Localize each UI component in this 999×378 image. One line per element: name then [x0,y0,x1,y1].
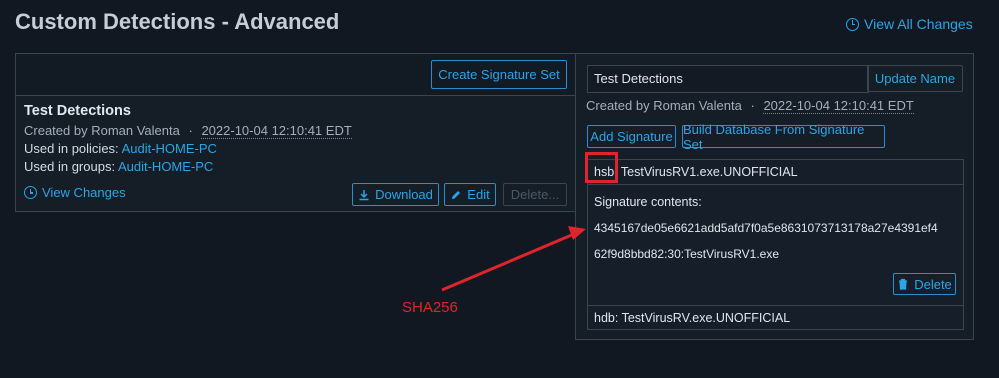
add-signature-button[interactable]: Add Signature [587,125,676,148]
view-changes-label: View Changes [42,185,126,200]
created-by-text: Created by Roman Valenta [586,98,742,113]
used-in-groups: Used in groups: Audit-HOME-PC [24,159,213,174]
signature-item-header: hsb: TestVirusRV1.exe.UNOFFICIAL [588,160,963,185]
delete-signature-button[interactable]: Delete [893,273,956,295]
download-button[interactable]: Download [352,183,439,206]
build-database-label: Build Database From Signature Set [683,121,865,152]
detection-created-info: Created by Roman Valenta · 2022-10-04 12… [24,123,352,139]
signature-contents-line-1: 4345167de05e6621add5afd7f0a5e86310737131… [594,221,938,235]
build-database-button[interactable]: Build Database From Signature Set [682,122,885,152]
policies-label: Used in policies: [24,141,119,156]
signature-set-name-input[interactable]: Test Detections [587,65,869,93]
annotation-label: SHA256 [402,299,458,316]
signature-contents-line-2: 62f9d8bbd82:30:TestVirusRV1.exe [594,247,780,261]
delete-signature-label: Delete [914,276,952,292]
detection-name: Test Detections [24,103,131,119]
clock-icon [24,186,37,199]
signature-contents-label: Signature contents: [594,195,702,209]
signature-name: TestVirusRV1.exe.UNOFFICIAL [620,165,798,179]
clock-icon [846,17,859,31]
signature-set-panel: Test Detections hsb: TestVirusRV1.exe.UN… [575,53,974,340]
delete-detection-button[interactable]: Delete... [503,183,567,206]
view-all-changes-link[interactable]: View All Changes [846,16,973,32]
signature-name: TestVirusRV.exe.UNOFFICIAL [621,311,791,325]
signature-list: hsb: TestVirusRV1.exe.UNOFFICIAL Signatu… [587,159,964,330]
pencil-icon [452,190,461,199]
page-title: Custom Detections - Advanced [15,9,340,34]
groups-label: Used in groups: [24,159,116,174]
group-link[interactable]: Audit-HOME-PC [118,159,213,174]
meta-separator: · [188,123,193,138]
created-at-timestamp: 2022-10-04 12:10:41 EDT [201,123,352,139]
signature-item-header: hdb: TestVirusRV.exe.UNOFFICIAL [588,305,963,330]
update-name-label: Update Name [874,71,956,86]
view-all-changes-label: View All Changes [864,16,973,32]
update-name-button[interactable]: Update Name [867,65,963,92]
edit-button[interactable]: Edit [444,183,496,206]
trash-icon [899,278,908,290]
view-changes-link[interactable]: View Changes [24,185,126,200]
create-signature-set-label: Create Signature Set [438,67,560,82]
created-at-timestamp: 2022-10-04 12:10:41 EDT [763,98,914,114]
edit-label: Edit [467,187,490,202]
annotation-highlight-box [585,152,618,183]
delete-detection-label: Delete... [510,187,560,202]
policy-link[interactable]: Audit-HOME-PC [122,141,217,156]
download-icon [359,189,369,200]
created-by-text: Created by Roman Valenta [24,123,180,138]
download-label: Download [375,187,433,202]
used-in-policies: Used in policies: Audit-HOME-PC [24,141,217,156]
signature-type: hdb: [594,311,619,325]
create-signature-set-button[interactable]: Create Signature Set [431,60,567,89]
signature-set-created-info: Created by Roman Valenta · 2022-10-04 12… [586,98,914,114]
add-signature-label: Add Signature [590,129,673,144]
meta-separator: · [750,98,755,113]
